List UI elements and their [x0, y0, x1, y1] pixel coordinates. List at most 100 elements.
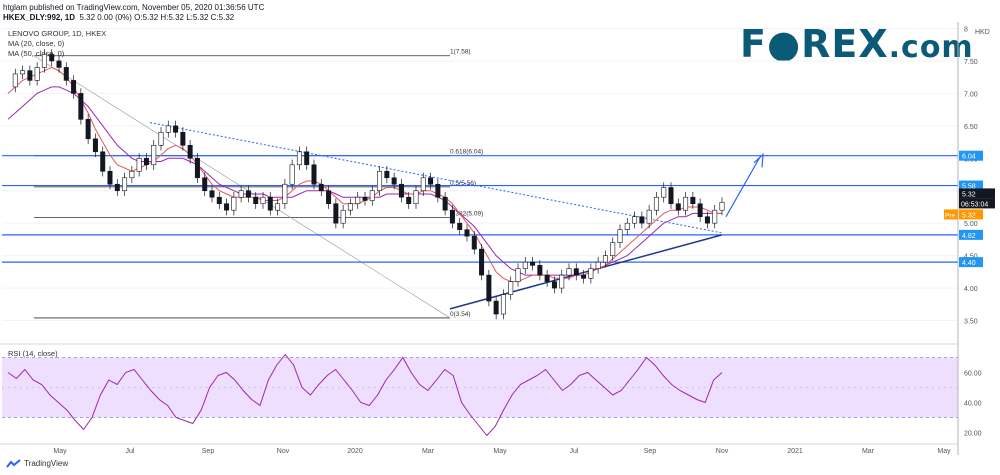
candle-body: [245, 190, 251, 198]
fib-label: 0(3.54): [450, 311, 471, 318]
candle-body: [573, 268, 579, 276]
candle-body: [493, 300, 499, 315]
candle-body: [71, 80, 77, 94]
candle-body: [566, 268, 572, 276]
candle-body: [486, 274, 492, 302]
candle-body: [537, 265, 543, 276]
candle-body: [602, 255, 608, 263]
dotted-downtrend-line: [149, 122, 723, 234]
grid-group: [2, 27, 958, 322]
candle-body: [675, 203, 681, 211]
candle-body: [216, 196, 222, 205]
candle-body: [464, 229, 470, 237]
candle-body: [500, 294, 506, 315]
candle-body: [471, 235, 477, 250]
candle-body: [347, 203, 353, 211]
price-tick-label: 4.00: [964, 286, 978, 293]
candle-body: [398, 183, 404, 198]
price-tick-label: 3.50: [964, 319, 978, 326]
candle-body: [304, 151, 310, 166]
projection-arrow-line: [725, 156, 761, 217]
candle-body: [712, 209, 718, 224]
candle-body: [318, 183, 324, 192]
candle-body: [683, 196, 689, 211]
level-tag-label: 4.82: [962, 233, 976, 240]
rsi-tick-label: 40.00: [964, 401, 982, 408]
price-tick-label: 5.00: [964, 221, 978, 228]
candle-body: [20, 70, 26, 75]
candle-body: [449, 209, 455, 224]
candle-body: [515, 268, 521, 282]
candle-body: [369, 190, 375, 201]
price-tick-label: 7.00: [964, 91, 978, 98]
fib-label: 1(7.58): [450, 49, 471, 56]
price-tick-label: 8: [964, 26, 968, 33]
candle-body: [202, 177, 208, 192]
price-tags-group: 6.045.584.824.405.3206:53:04Pre 5.32: [944, 150, 995, 268]
candle-body: [122, 177, 128, 192]
candle-body: [697, 203, 703, 217]
price-tick-label: 7.50: [964, 59, 978, 66]
candle-body: [457, 222, 463, 230]
pre-price-tag-label: 5.32: [962, 212, 976, 219]
candle-body: [661, 187, 667, 198]
candle-body: [56, 60, 62, 68]
candle-body: [151, 145, 157, 166]
candle-body: [646, 209, 652, 224]
candle-body: [253, 196, 259, 205]
candle-body: [231, 196, 237, 211]
time-tick-label: May: [53, 448, 67, 455]
candle-body: [209, 190, 215, 198]
candle-body: [282, 183, 288, 205]
candle-body: [595, 261, 601, 269]
time-tick-label: Nov: [277, 448, 290, 455]
time-tick-label: 2020: [347, 448, 363, 455]
candle-body: [340, 209, 346, 224]
candle-body: [180, 132, 186, 146]
candle-body: [289, 164, 295, 185]
rsi-tick-label: 60.00: [964, 371, 982, 378]
candle-body: [420, 177, 426, 192]
time-tick-label: Mar: [862, 448, 875, 455]
levels-group: [2, 155, 958, 263]
candle-body: [107, 170, 113, 185]
countdown-tag-label: 06:53:04: [961, 201, 988, 208]
candle-body: [173, 125, 179, 133]
price-tick-label: 6.50: [964, 124, 978, 131]
candle-body: [194, 157, 200, 179]
last-price-tag-label: 5.32: [962, 191, 976, 198]
candle-body: [224, 203, 230, 211]
candle-body: [442, 196, 448, 211]
candle-body: [326, 190, 332, 205]
time-tick-label: May: [493, 448, 507, 455]
time-tick-label: Mar: [422, 448, 435, 455]
chart-canvas: 1(7.58)0.618(6.04)0.5(5.56)0.382(5.09)0(…: [0, 22, 995, 455]
candle-body: [114, 183, 120, 192]
time-tick-label: 2021: [787, 448, 803, 455]
candle-body: [559, 274, 565, 289]
candle-body: [158, 132, 164, 146]
candle-body: [260, 196, 266, 205]
candle-body: [238, 190, 244, 198]
candle-body: [522, 261, 528, 269]
fib-label: 0.382(5.09): [450, 210, 483, 217]
rsi-tick-label: 20.00: [964, 431, 982, 438]
rsi-band: [2, 357, 958, 418]
candle-body: [639, 216, 645, 224]
time-tick-label: Sep: [202, 448, 215, 455]
rsi-band-group: [2, 357, 958, 418]
candle-body: [617, 229, 623, 243]
candle-body: [187, 145, 193, 159]
fib-label: 0.618(6.04): [450, 149, 483, 156]
candle-body: [100, 151, 106, 172]
candle-body: [704, 216, 710, 224]
time-tick-label: Jul: [126, 448, 135, 455]
candle-body: [41, 54, 47, 68]
candle-body: [311, 164, 317, 185]
candle-body: [588, 268, 594, 279]
candle-body: [355, 196, 361, 205]
candle-body: [668, 187, 674, 205]
candle-body: [136, 157, 142, 172]
candle-body: [63, 67, 69, 81]
candle-body: [362, 196, 368, 201]
